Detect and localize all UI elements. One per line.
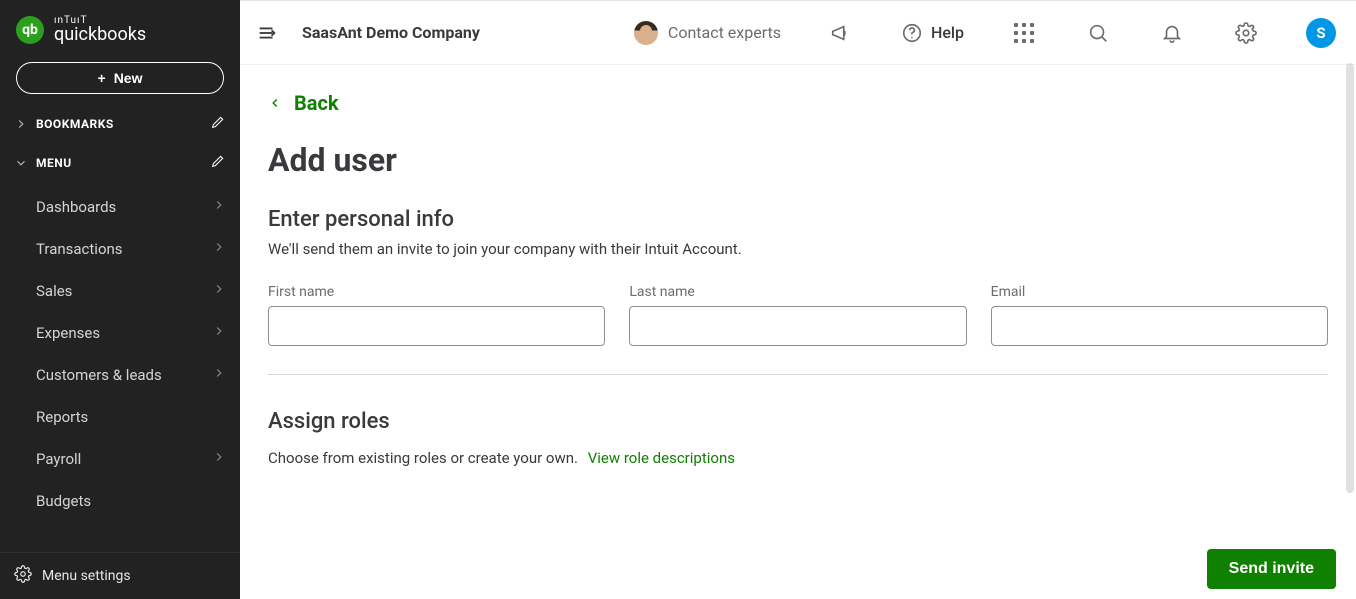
chevron-right-icon <box>212 324 226 342</box>
roles-title: Assign roles <box>268 409 1328 434</box>
sidebar-item-dashboards[interactable]: Dashboards <box>0 186 240 228</box>
chevron-right-icon <box>212 450 226 468</box>
sidebar-item-label: Budgets <box>36 492 91 510</box>
last-name-label: Last name <box>629 284 966 300</box>
sidebar-item-label: Dashboards <box>36 198 116 216</box>
brand-text: ınTuıT quickbooks <box>54 16 146 44</box>
bookmarks-label: BOOKMARKS <box>36 117 114 131</box>
chevron-right-icon <box>212 282 226 300</box>
apps-button[interactable] <box>1010 19 1038 47</box>
last-name-input[interactable] <box>629 306 966 346</box>
chevron-down-icon <box>14 156 28 170</box>
edit-icon[interactable] <box>210 114 226 133</box>
back-label: Back <box>294 91 339 115</box>
last-name-field-wrap: Last name <box>629 284 966 346</box>
notifications-button[interactable] <box>1158 19 1186 47</box>
megaphone-icon <box>830 22 852 44</box>
brand-mark-icon: qb <box>16 16 44 44</box>
settings-button[interactable] <box>1232 19 1260 47</box>
chevron-right-icon <box>212 240 226 258</box>
contact-experts-label: Contact experts <box>668 23 781 42</box>
help-icon <box>901 22 923 44</box>
sidebar-item-payroll[interactable]: Payroll <box>0 438 240 480</box>
profile-button[interactable]: S <box>1306 18 1336 48</box>
chevron-right-icon <box>212 198 226 216</box>
sidebar-item-label: Sales <box>36 282 72 300</box>
new-button[interactable]: + New <box>16 62 224 94</box>
personal-info-title: Enter personal info <box>268 207 1328 232</box>
contact-experts-button[interactable]: Contact experts <box>634 21 781 45</box>
expert-avatar-icon <box>634 21 658 45</box>
sidebar-item-sales[interactable]: Sales <box>0 270 240 312</box>
roles-desc: Choose from existing roles or create you… <box>268 449 578 467</box>
menu-label: MENU <box>36 156 72 170</box>
search-icon <box>1087 22 1109 44</box>
help-label: Help <box>931 23 964 42</box>
brand-logo[interactable]: qb ınTuıT quickbooks <box>0 0 240 50</box>
sidebar-toggle-button[interactable] <box>256 22 278 44</box>
sidebar-item-customers-leads[interactable]: Customers & leads <box>0 354 240 396</box>
plus-icon: + <box>98 71 106 85</box>
first-name-field-wrap: First name <box>268 284 605 346</box>
sidebar-item-label: Payroll <box>36 450 81 468</box>
sidebar: qb ınTuıT quickbooks + New BOOKMARKS MEN… <box>0 0 240 599</box>
sidebar-item-label: Reports <box>36 408 88 426</box>
chevron-left-icon <box>268 96 282 110</box>
gear-icon <box>14 565 32 587</box>
sidebar-item-label: Expenses <box>36 324 100 342</box>
first-name-input[interactable] <box>268 306 605 346</box>
new-button-label: New <box>114 70 143 86</box>
sidebar-item-label: Transactions <box>36 240 123 258</box>
divider <box>268 374 1328 375</box>
personal-info-form: First name Last name Email <box>268 284 1328 346</box>
chevron-right-icon <box>14 117 28 131</box>
menu-settings-button[interactable]: Menu settings <box>0 552 240 599</box>
gear-icon <box>1235 22 1257 44</box>
content-area: Back Add user Enter personal info We'll … <box>240 65 1356 599</box>
announcements-button[interactable] <box>827 19 855 47</box>
bookmarks-section-header[interactable]: BOOKMARKS <box>0 104 240 143</box>
personal-info-desc: We'll send them an invite to join your c… <box>268 240 1328 258</box>
sidebar-item-reports[interactable]: Reports <box>0 396 240 438</box>
menu-settings-label: Menu settings <box>42 568 131 584</box>
sidebar-item-expenses[interactable]: Expenses <box>0 312 240 354</box>
topbar: SaasAnt Demo Company Contact experts Hel… <box>240 1 1356 65</box>
chevron-right-icon <box>212 366 226 384</box>
sidebar-item-budgets[interactable]: Budgets <box>0 480 240 522</box>
send-invite-button[interactable]: Send invite <box>1207 549 1336 589</box>
edit-icon[interactable] <box>210 153 226 172</box>
brand-bottom: quickbooks <box>54 26 146 44</box>
page-title: Add user <box>268 141 1328 179</box>
menu-section-header[interactable]: MENU <box>0 143 240 182</box>
main-panel: SaasAnt Demo Company Contact experts Hel… <box>240 0 1356 599</box>
email-label: Email <box>991 284 1328 300</box>
brand-mark-text: qb <box>22 22 38 38</box>
bell-icon <box>1161 22 1183 44</box>
email-field-wrap: Email <box>991 284 1328 346</box>
send-invite-label: Send invite <box>1229 560 1314 577</box>
scrollbar[interactable] <box>1346 63 1354 493</box>
search-button[interactable] <box>1084 19 1112 47</box>
apps-grid-icon <box>1014 23 1034 43</box>
menu-list: Dashboards Transactions Sales Expenses C… <box>0 182 240 522</box>
back-button[interactable]: Back <box>268 91 339 115</box>
company-name[interactable]: SaasAnt Demo Company <box>302 23 480 42</box>
sidebar-item-transactions[interactable]: Transactions <box>0 228 240 270</box>
first-name-label: First name <box>268 284 605 300</box>
roles-desc-wrap: Choose from existing roles or create you… <box>268 449 1328 467</box>
profile-initial: S <box>1316 24 1325 42</box>
sidebar-item-label: Customers & leads <box>36 366 162 384</box>
help-button[interactable]: Help <box>901 22 964 44</box>
email-input[interactable] <box>991 306 1328 346</box>
view-role-descriptions-link[interactable]: View role descriptions <box>588 449 735 467</box>
footer-actions: Send invite <box>1207 549 1336 589</box>
